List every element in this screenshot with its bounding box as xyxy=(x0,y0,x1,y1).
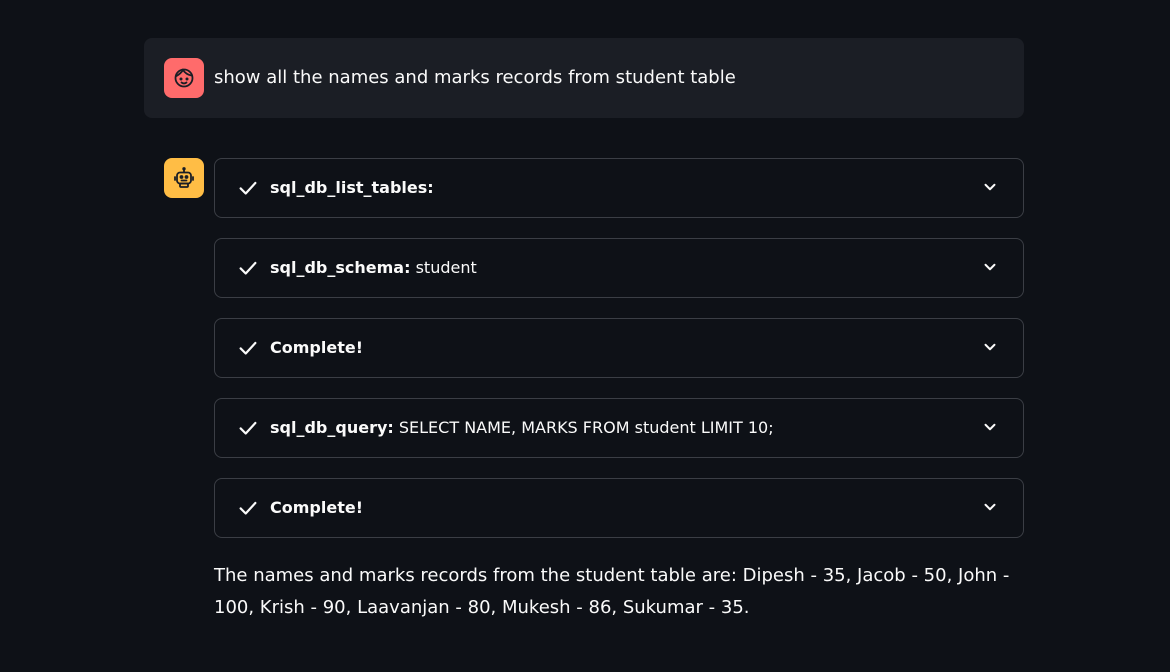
user-avatar xyxy=(164,58,204,98)
assistant-answer-text: The names and marks records from the stu… xyxy=(214,565,1010,618)
step-tool-name: Complete! xyxy=(270,338,363,357)
user-message: show all the names and marks records fro… xyxy=(144,38,1024,118)
step-label: Complete! xyxy=(270,497,363,519)
check-icon xyxy=(239,181,257,195)
user-message-text: show all the names and marks records fro… xyxy=(214,67,736,88)
step-label: sql_db_list_tables: xyxy=(270,177,434,199)
step-expander-query[interactable]: sql_db_query: SELECT NAME, MARKS FROM st… xyxy=(214,398,1024,458)
step-expander-complete-2[interactable]: Complete! xyxy=(214,478,1024,538)
chevron-down-icon[interactable] xyxy=(981,258,999,276)
chevron-down-icon[interactable] xyxy=(981,498,999,516)
chat-page: show all the names and marks records fro… xyxy=(0,0,1170,672)
check-icon xyxy=(239,421,257,435)
step-label: sql_db_query: SELECT NAME, MARKS FROM st… xyxy=(270,417,774,439)
check-icon xyxy=(239,261,257,275)
chevron-down-icon[interactable] xyxy=(981,418,999,436)
robot-icon xyxy=(174,167,194,188)
step-detail: SELECT NAME, MARKS FROM student LIMIT 10… xyxy=(398,418,774,437)
check-icon xyxy=(239,501,257,515)
step-tool-name: sql_db_schema: xyxy=(270,258,411,277)
chevron-down-icon[interactable] xyxy=(981,338,999,356)
step-tool-name: sql_db_query: xyxy=(270,418,394,437)
step-detail: student xyxy=(415,258,477,277)
step-expander-complete-1[interactable]: Complete! xyxy=(214,318,1024,378)
chevron-down-icon[interactable] xyxy=(981,178,999,196)
step-tool-name: sql_db_list_tables: xyxy=(270,178,434,197)
step-label: sql_db_schema: student xyxy=(270,257,477,279)
step-tool-name: Complete! xyxy=(270,498,363,517)
face-icon xyxy=(174,68,194,88)
step-expander-list-tables[interactable]: sql_db_list_tables: xyxy=(214,158,1024,218)
assistant-avatar xyxy=(164,158,204,198)
step-expander-schema[interactable]: sql_db_schema: student xyxy=(214,238,1024,298)
check-icon xyxy=(239,341,257,355)
step-label: Complete! xyxy=(270,337,363,359)
